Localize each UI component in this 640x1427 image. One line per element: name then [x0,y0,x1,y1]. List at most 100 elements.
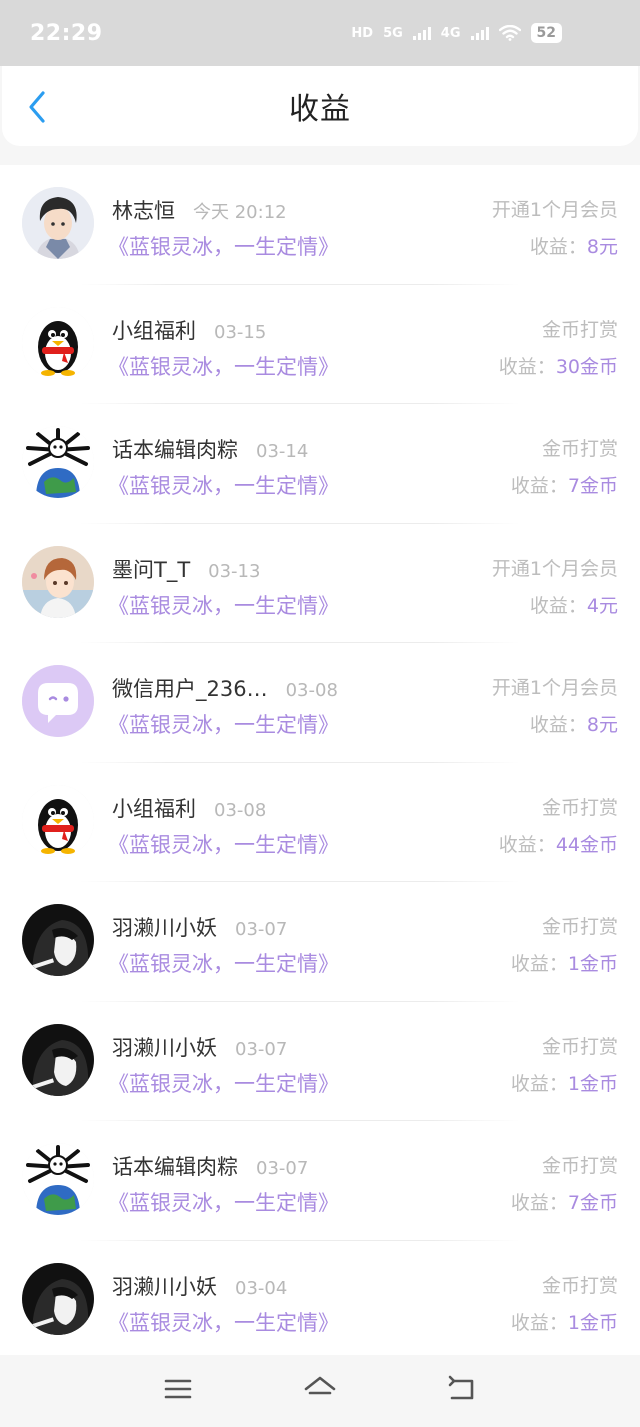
earning-row[interactable]: 羽濑川小妖 03-04 《蓝银灵冰，一生定情》 金币打赏 收益：1金币 [0,1241,640,1360]
earning-type: 金币打赏 [541,796,618,819]
menu-button[interactable] [160,1373,196,1405]
novel-title-link[interactable]: 《蓝银灵冰，一生定情》 [108,590,339,620]
earning-value: 7金币 [567,1192,618,1214]
earning-label: 收益： [529,236,587,258]
system-back-button[interactable] [444,1373,480,1405]
earning-amount: 收益：30金币 [499,352,618,379]
earning-date: 03-14 [256,441,309,462]
earning-date: 03-07 [256,1158,309,1179]
back-button[interactable] [22,90,52,124]
name-line: 羽濑川小妖 03-07 [112,912,287,942]
earning-label: 收益： [529,714,587,736]
novel-title-link[interactable]: 《蓝银灵冰，一生定情》 [108,470,339,500]
earning-date: 03-08 [214,799,267,821]
earning-type: 金币打赏 [541,438,618,460]
earning-row[interactable]: 微信用户_236… 03-08 《蓝银灵冰，一生定情》 开通1个月会员 收益：8元 [0,643,640,763]
penguin-avatar [22,306,94,379]
user-name: 林志恒 [112,199,175,223]
avatar[interactable] [22,904,94,976]
earning-row[interactable]: 话本编辑肉粽 03-07 《蓝银灵冰，一生定情》 金币打赏 收益：7金币 [0,1121,640,1241]
earning-amount: 收益：1金币 [511,1308,618,1335]
avatar[interactable] [22,545,94,618]
earning-value: 8元 [586,236,618,258]
earning-date: 03-08 [285,680,338,701]
earning-type: 开通1个月会员 [491,677,618,699]
earning-row[interactable]: 小组福利 03-15 《蓝银灵冰，一生定情》 金币打赏 收益：30金币 [0,285,640,404]
earning-date: 03-04 [235,1277,288,1299]
novel-title-link[interactable]: 《蓝银灵冰，一生定情》 [108,231,339,261]
earning-row[interactable]: 羽濑川小妖 03-07 《蓝银灵冰，一生定情》 金币打赏 收益：1金币 [0,882,640,1002]
avatar[interactable] [22,1262,94,1335]
novel-title-link[interactable]: 《蓝银灵冰，一生定情》 [108,709,339,739]
earning-label: 收益： [510,1072,568,1095]
avatar[interactable] [22,1023,94,1096]
novel-title-link[interactable]: 《蓝银灵冰，一生定情》 [108,1307,339,1337]
hd-indicator: HD [351,25,374,41]
user-name: 小组福利 [112,318,196,343]
avatar[interactable] [22,784,94,857]
avatar[interactable] [22,426,94,498]
name-line: 微信用户_236… 03-08 [112,673,338,703]
name-line: 话本编辑肉粽 03-14 [112,434,308,464]
earning-value: 30金币 [555,355,618,378]
avatar[interactable] [22,187,94,259]
name-line: 小组福利 03-15 [112,315,266,345]
battery-indicator: 52 [530,23,562,43]
name-line: 墨问T_T 03-13 [112,554,260,584]
novel-title-link[interactable]: 《蓝银灵冰，一生定情》 [108,948,339,978]
earning-date: 03-15 [214,321,267,343]
earning-value: 1金币 [567,1072,618,1095]
earning-label: 收益： [498,355,556,378]
user-name: 小组福利 [112,796,196,821]
network-5g-label: 5G [383,25,403,41]
status-bar: 22:29 HD 5G 4G 52 [0,0,640,66]
earning-amount: 收益：8元 [530,232,618,259]
network-4g-label: 4G [440,25,461,41]
page-title: 收益 [289,92,351,127]
anime-boy-avatar [22,545,94,618]
earning-row[interactable]: 墨问T_T 03-13 《蓝银灵冰，一生定情》 开通1个月会员收益：4元 [0,524,640,643]
earning-label: 收益： [510,1311,568,1334]
earning-type: 开通1个月会员 [491,557,618,580]
dark-hood-avatar [22,1023,94,1096]
chat-bubble-avatar [22,665,94,737]
earning-row[interactable]: 林志恒 今天 20:12 《蓝银灵冰，一生定情》 开通1个月会员 收益：8元 [0,165,640,285]
back-arrow-icon [448,1375,474,1400]
earning-value: 44金币 [555,833,618,856]
novel-title-link[interactable]: 《蓝银灵冰，一生定情》 [108,351,339,381]
earning-date: 03-07 [235,1038,288,1060]
chevron-left-icon [29,91,45,123]
earning-amount: 收益：7金币 [511,471,618,498]
novel-title-link[interactable]: 《蓝银灵冰，一生定情》 [108,1187,339,1217]
user-name: 羽濑川小妖 [112,1274,217,1299]
earning-label: 收益： [510,953,568,975]
earning-row[interactable]: 话本编辑肉粽 03-14 《蓝银灵冰，一生定情》 金币打赏收益：7金币 [0,404,640,524]
earning-value: 1金币 [567,1311,618,1334]
earning-label: 收益： [529,594,587,617]
earning-value: 1金币 [567,953,618,975]
avatar[interactable] [22,1143,94,1215]
avatar[interactable] [22,306,94,379]
earning-label: 收益： [510,475,568,497]
earning-value: 7金币 [567,475,618,497]
novel-title-link[interactable]: 《蓝银灵冰，一生定情》 [108,829,339,859]
user-name: 羽濑川小妖 [112,1035,217,1060]
earning-date: 03-13 [208,560,261,582]
signal-icon [412,26,431,40]
boy-avatar [22,187,94,259]
earnings-list: 林志恒 今天 20:12 《蓝银灵冰，一生定情》 开通1个月会员 收益：8元小组福利 03… [0,165,640,1360]
earning-row[interactable]: 羽濑川小妖 03-07 《蓝银灵冰，一生定情》 金币打赏收益：1金币 [0,1002,640,1121]
earning-value: 4元 [586,594,618,617]
wifi-icon [498,25,521,41]
earning-amount: 收益：1金币 [511,949,618,976]
name-line: 话本编辑肉粽 03-07 [112,1151,308,1181]
home-button[interactable] [302,1373,338,1405]
earning-amount: 收益：4元 [530,591,618,618]
earning-label: 收益： [510,1192,568,1214]
novel-title-link[interactable]: 《蓝银灵冰，一生定情》 [108,1068,339,1098]
avatar[interactable] [22,665,94,737]
globe-bones-avatar [22,1143,94,1215]
earning-type: 金币打赏 [541,1035,618,1058]
earning-row[interactable]: 小组福利 03-08 《蓝银灵冰，一生定情》 金币打赏 收益：44金币 [0,763,640,882]
user-name: 微信用户_236… [112,677,268,701]
